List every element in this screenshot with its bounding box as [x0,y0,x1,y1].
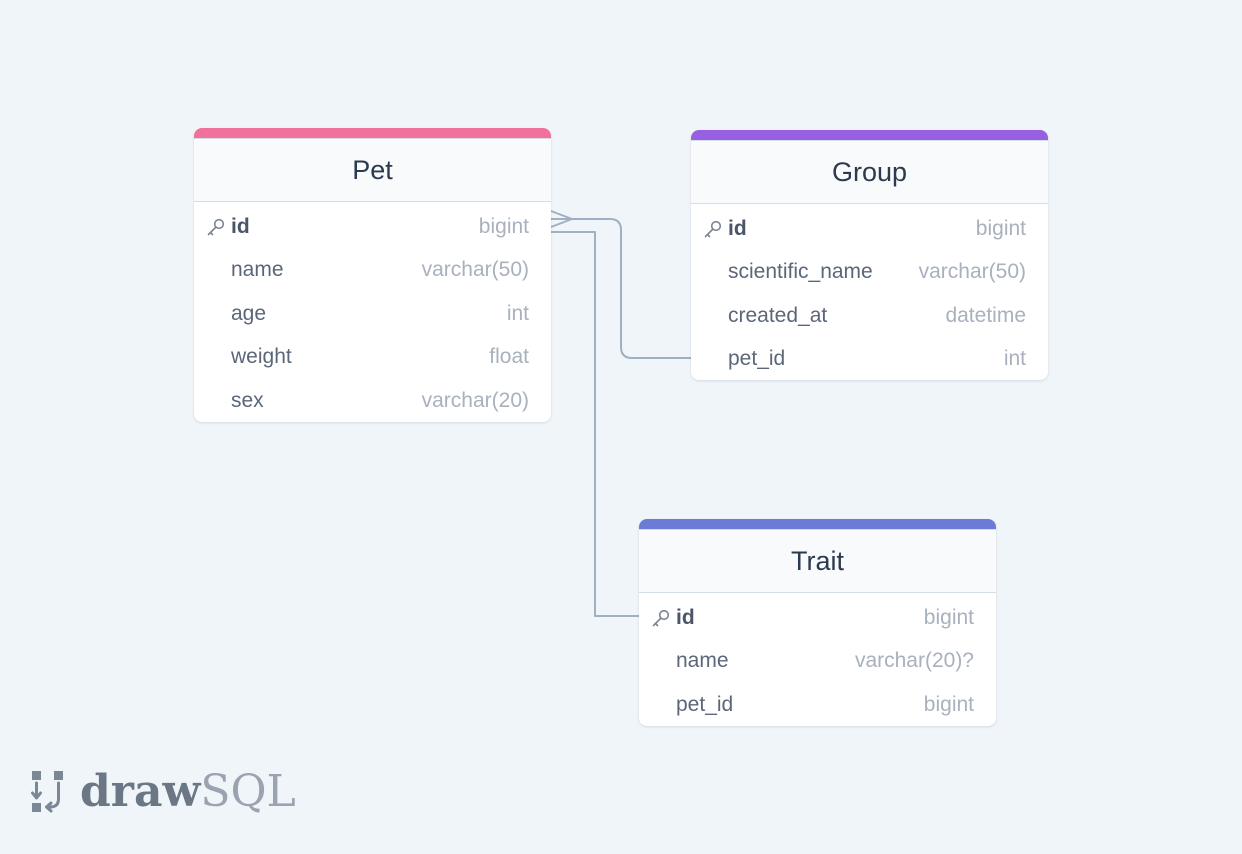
column-type: varchar(20) [421,388,529,412]
column-list: id bigint scientific_name varchar(50) cr… [691,204,1048,380]
table-title[interactable]: Pet [194,138,551,202]
relationship-connectors [550,210,691,617]
table-pet[interactable]: Pet id bigint name varchar(50) age int w… [194,128,551,422]
column-name: weight [231,345,292,369]
column-type: datetime [945,303,1026,327]
column-type: varchar(20)? [854,649,974,673]
table-title[interactable]: Trait [639,529,996,593]
diagram-canvas[interactable]: Pet id bigint name varchar(50) age int w… [0,0,1242,854]
column-type: float [489,345,529,369]
crowfoot-icon [550,210,573,228]
logo-text-sql: SQL [200,765,296,817]
column-row[interactable]: id bigint [639,596,996,640]
column-name: id [728,216,747,240]
table-title[interactable]: Group [691,140,1048,204]
column-row[interactable]: id bigint [194,205,551,249]
column-name: scientific_name [728,260,873,284]
column-list: id bigint name varchar(50) age int weigh… [194,202,551,422]
table-trait[interactable]: Trait id bigint name varchar(20)? pet_id [639,519,996,726]
column-name: name [231,258,284,282]
logo-mark-icon [31,771,63,813]
key-icon [704,220,722,238]
column-type: bigint [478,214,529,238]
column-row[interactable]: created_at datetime [691,294,1048,338]
column-name: age [231,301,267,325]
column-list: id bigint name varchar(20)? pet_id bigin… [639,593,996,726]
key-icon [207,218,225,236]
column-row[interactable]: weight float [194,336,551,380]
column-name: sex [231,388,264,412]
column-type: int [1003,347,1026,371]
column-row[interactable]: pet_id int [691,338,1048,381]
column-type: bigint [975,216,1026,240]
column-type: bigint [923,692,974,716]
column-row[interactable]: id bigint [691,207,1048,251]
table-group[interactable]: Group id bigint scientific_name varchar(… [691,130,1048,380]
drawsql-logo[interactable]: draw SQL [30,765,296,817]
key-icon [652,609,670,627]
column-name: id [676,605,695,629]
connector-pet-group[interactable] [551,218,691,359]
column-type: bigint [923,605,974,629]
column-name: name [676,649,729,673]
column-type: varchar(50) [421,258,529,282]
table-color-bar [691,130,1048,140]
column-name: id [231,214,250,238]
table-color-bar [639,519,996,529]
column-name: created_at [728,303,828,327]
column-name: pet_id [676,692,734,716]
column-row[interactable]: name varchar(50) [194,249,551,293]
logo-text-draw: draw [80,765,201,817]
table-color-bar [194,128,551,138]
column-row[interactable]: sex varchar(20) [194,379,551,422]
column-row[interactable]: pet_id bigint [639,683,996,726]
connector-pet-trait[interactable] [551,231,639,617]
column-row[interactable]: scientific_name varchar(50) [691,251,1048,295]
column-row[interactable]: age int [194,292,551,336]
column-type: int [506,301,529,325]
column-type: varchar(50) [918,260,1026,284]
column-name: pet_id [728,347,786,371]
column-row[interactable]: name varchar(20)? [639,640,996,684]
